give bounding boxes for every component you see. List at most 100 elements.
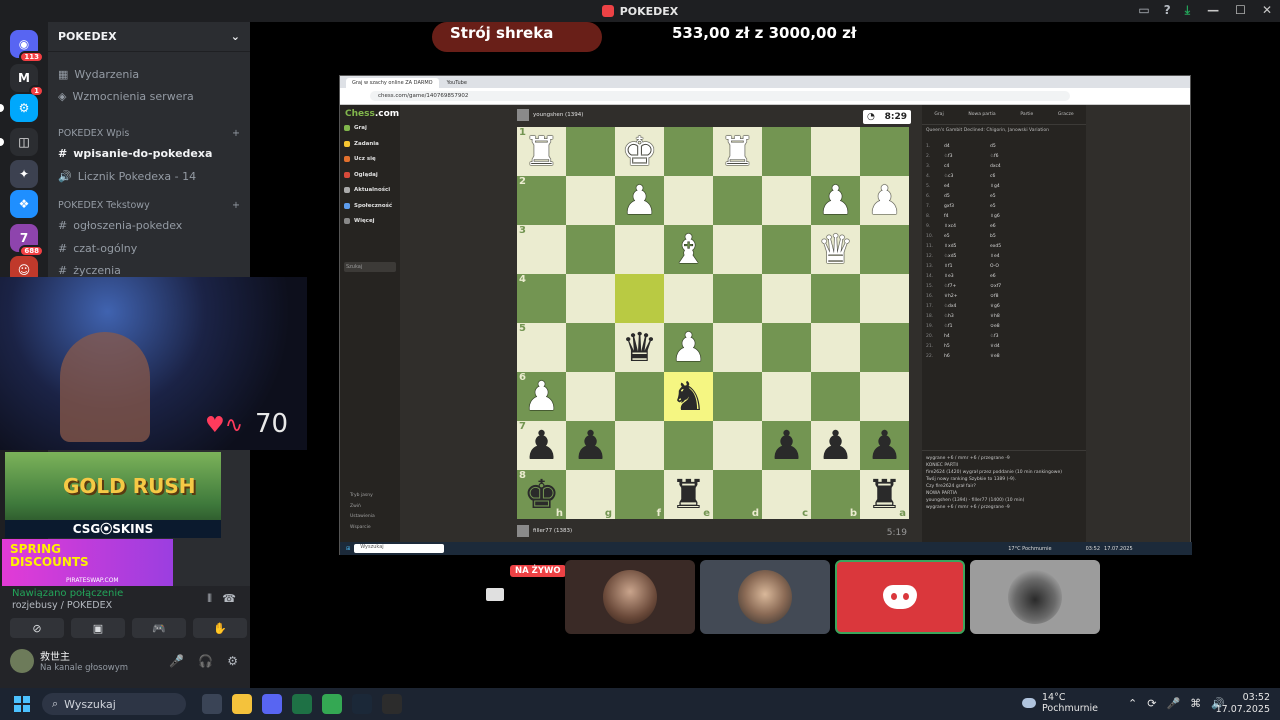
- board-square[interactable]: [860, 372, 909, 421]
- move-row[interactable]: 10. e5 b5: [926, 231, 1082, 241]
- move-row[interactable]: 18. ♘h3 ♕h8: [926, 311, 1082, 321]
- board-square[interactable]: c: [762, 470, 811, 519]
- channel-boosts[interactable]: ◈ Wzmocnienia serwera: [58, 86, 194, 106]
- board-square[interactable]: ♟: [860, 421, 909, 470]
- board-square[interactable]: [811, 274, 860, 323]
- panel-tab[interactable]: Gracze: [1058, 112, 1074, 117]
- board-square[interactable]: f: [615, 470, 664, 519]
- task-view-icon[interactable]: [202, 694, 222, 714]
- board-square[interactable]: [860, 274, 909, 323]
- chess-board[interactable]: 1 ♜ ♚ ♜ 2 ♟ ♟ ♟ 3 ♝ ♛ 4 5 ♛ ♟ 6 ♟ ♞ 7 ♟ ♟ ♟ ♟ ♟ 8 h ♚ g f e ♜ d c b a ♜: [517, 127, 909, 519]
- move-row[interactable]: 22. h6 ♕e8: [926, 351, 1082, 361]
- move-row[interactable]: 12. ♘xd5 ♗e4: [926, 251, 1082, 261]
- board-square[interactable]: [860, 323, 909, 372]
- board-square[interactable]: [615, 225, 664, 274]
- steam-icon[interactable]: [352, 694, 372, 714]
- channel-wpisanie[interactable]: # wpisanie-do-pokedexa: [58, 143, 212, 163]
- board-square[interactable]: [566, 372, 615, 421]
- board-square[interactable]: [566, 323, 615, 372]
- board-square[interactable]: ♟: [566, 421, 615, 470]
- white-pawn-icon[interactable]: ♟: [818, 181, 854, 221]
- board-square[interactable]: [762, 323, 811, 372]
- server-icon[interactable]: M1: [10, 64, 44, 97]
- server-icon[interactable]: ❖: [10, 190, 38, 218]
- white-king-icon[interactable]: ♚: [622, 132, 658, 172]
- chess-search-input[interactable]: Szukaj: [344, 262, 396, 272]
- chrome-icon[interactable]: [322, 694, 342, 714]
- minimize-button[interactable]: —: [1207, 3, 1219, 17]
- board-square[interactable]: [664, 176, 713, 225]
- activity-button[interactable]: 🎮: [132, 618, 186, 638]
- channel-ogloszenia[interactable]: # ogłoszenia-pokedex: [58, 215, 182, 235]
- chess-footer-link[interactable]: Zwiń: [350, 504, 361, 509]
- channel-czat[interactable]: # czat-ogólny: [58, 238, 137, 258]
- panel-tab[interactable]: Graj: [934, 112, 943, 117]
- camera-off-button[interactable]: ⊘: [10, 618, 64, 638]
- server-icon[interactable]: ◫: [10, 128, 38, 156]
- screen-share-button[interactable]: ▣: [71, 618, 125, 638]
- board-square[interactable]: ♟: [811, 421, 860, 470]
- board-square[interactable]: e ♜: [664, 470, 713, 519]
- board-square[interactable]: b: [811, 470, 860, 519]
- tab-chess[interactable]: Graj w szachy online ZA DARMO: [346, 78, 439, 88]
- add-channel-icon[interactable]: +: [232, 128, 240, 139]
- board-square[interactable]: [762, 176, 811, 225]
- board-square[interactable]: 1 ♜: [517, 127, 566, 176]
- black-king-icon[interactable]: ♚: [524, 475, 560, 515]
- board-square[interactable]: [762, 127, 811, 176]
- discord-app-icon[interactable]: [262, 694, 282, 714]
- participant-tile[interactable]: [970, 560, 1100, 634]
- start-button[interactable]: [14, 696, 30, 712]
- board-square[interactable]: [615, 274, 664, 323]
- network-icon[interactable]: ⌘: [1190, 697, 1201, 710]
- black-pawn-icon[interactable]: ♟: [867, 426, 903, 466]
- move-row[interactable]: 21. h5 ♕d4: [926, 341, 1082, 351]
- chess-nav-zadania[interactable]: Zadania: [344, 140, 379, 147]
- board-square[interactable]: d: [713, 470, 762, 519]
- board-square[interactable]: [811, 372, 860, 421]
- board-square[interactable]: 2: [517, 176, 566, 225]
- chess-nav-więcej[interactable]: Więcej: [344, 218, 375, 224]
- board-square[interactable]: [762, 274, 811, 323]
- move-row[interactable]: 6. d5 e5: [926, 191, 1082, 201]
- board-square[interactable]: [713, 421, 762, 470]
- inbox-icon[interactable]: ▭: [1138, 3, 1149, 18]
- add-channel-icon[interactable]: +: [232, 200, 240, 211]
- tab-youtube[interactable]: YouTube: [440, 78, 473, 88]
- move-row[interactable]: 19. ♘f1 ♔e8: [926, 321, 1082, 331]
- participant-tile[interactable]: [700, 560, 830, 634]
- chess-nav-ucz-się[interactable]: Ucz się: [344, 156, 376, 162]
- move-row[interactable]: 9. ♗xc4 e6: [926, 221, 1082, 231]
- move-row[interactable]: 5. e4 ♗g4: [926, 181, 1082, 191]
- board-square[interactable]: [713, 225, 762, 274]
- move-row[interactable]: 8. f4 ♗g6: [926, 211, 1082, 221]
- move-row[interactable]: 7. gxf3 e5: [926, 201, 1082, 211]
- black-pawn-icon[interactable]: ♟: [769, 426, 805, 466]
- white-pawn-icon[interactable]: ♟: [867, 181, 903, 221]
- board-square[interactable]: [713, 372, 762, 421]
- chess-logo[interactable]: Chess.com: [345, 109, 399, 119]
- board-square[interactable]: [664, 274, 713, 323]
- board-square[interactable]: [762, 225, 811, 274]
- move-row[interactable]: 4. ♘c3 c6: [926, 171, 1082, 181]
- board-square[interactable]: [811, 127, 860, 176]
- move-row[interactable]: 16. ♕h2+ ♔f8: [926, 291, 1082, 301]
- move-row[interactable]: 1. d4 d5: [926, 141, 1082, 151]
- board-square[interactable]: ♟: [762, 421, 811, 470]
- board-square[interactable]: [664, 127, 713, 176]
- weather-widget[interactable]: 14°C Pochmurnie: [1022, 692, 1098, 714]
- board-square[interactable]: ♝: [664, 225, 713, 274]
- board-square[interactable]: [762, 372, 811, 421]
- server-icon[interactable]: ✦: [10, 160, 38, 188]
- chess-nav-oglądaj[interactable]: Oglądaj: [344, 171, 378, 178]
- chevron-up-icon[interactable]: ⌃: [1128, 697, 1137, 710]
- board-square[interactable]: ♟: [664, 323, 713, 372]
- board-square[interactable]: ♟: [811, 176, 860, 225]
- move-row[interactable]: 15. ♘f7+ ♔xf7: [926, 281, 1082, 291]
- channel-licznik[interactable]: 🔊 Licznik Pokedexa - 14: [58, 166, 196, 186]
- black-rook-icon[interactable]: ♜: [867, 475, 903, 515]
- board-square[interactable]: [860, 127, 909, 176]
- move-row[interactable]: 20. h4 ♘f3: [926, 331, 1082, 341]
- maximize-button[interactable]: ☐: [1235, 3, 1246, 17]
- voice-status[interactable]: Nawiązano połączenie: [12, 588, 123, 599]
